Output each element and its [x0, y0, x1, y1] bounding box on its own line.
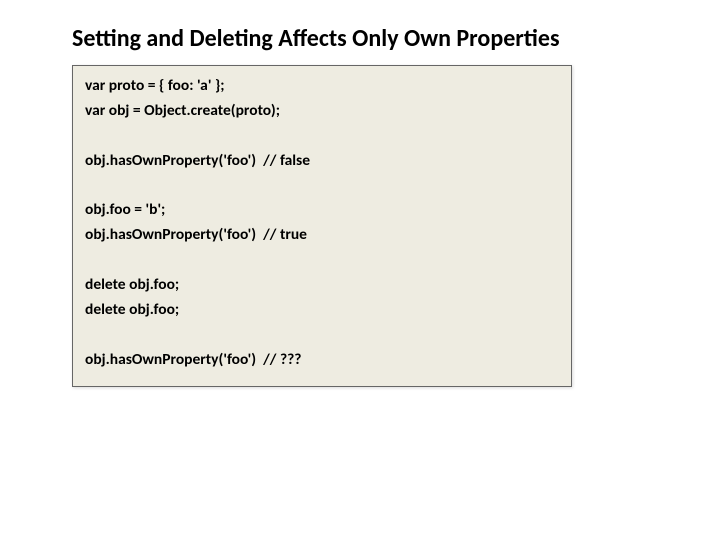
- slide-title: Setting and Deleting Affects Only Own Pr…: [72, 24, 648, 53]
- code-line: var obj = Object.create(proto);: [85, 99, 559, 124]
- code-block: var proto = { foo: 'a' }; var obj = Obje…: [72, 65, 572, 387]
- code-line: delete obj.foo;: [85, 298, 559, 323]
- code-line: obj.hasOwnProperty('foo') // false: [85, 149, 559, 174]
- code-line: var proto = { foo: 'a' };: [85, 74, 559, 99]
- code-line: [85, 323, 559, 348]
- code-line: [85, 173, 559, 198]
- code-line: obj.foo = 'b';: [85, 198, 559, 223]
- code-line: [85, 248, 559, 273]
- code-line: [85, 124, 559, 149]
- code-line: obj.hasOwnProperty('foo') // true: [85, 223, 559, 248]
- code-line: obj.hasOwnProperty('foo') // ???: [85, 348, 559, 373]
- code-line: delete obj.foo;: [85, 273, 559, 298]
